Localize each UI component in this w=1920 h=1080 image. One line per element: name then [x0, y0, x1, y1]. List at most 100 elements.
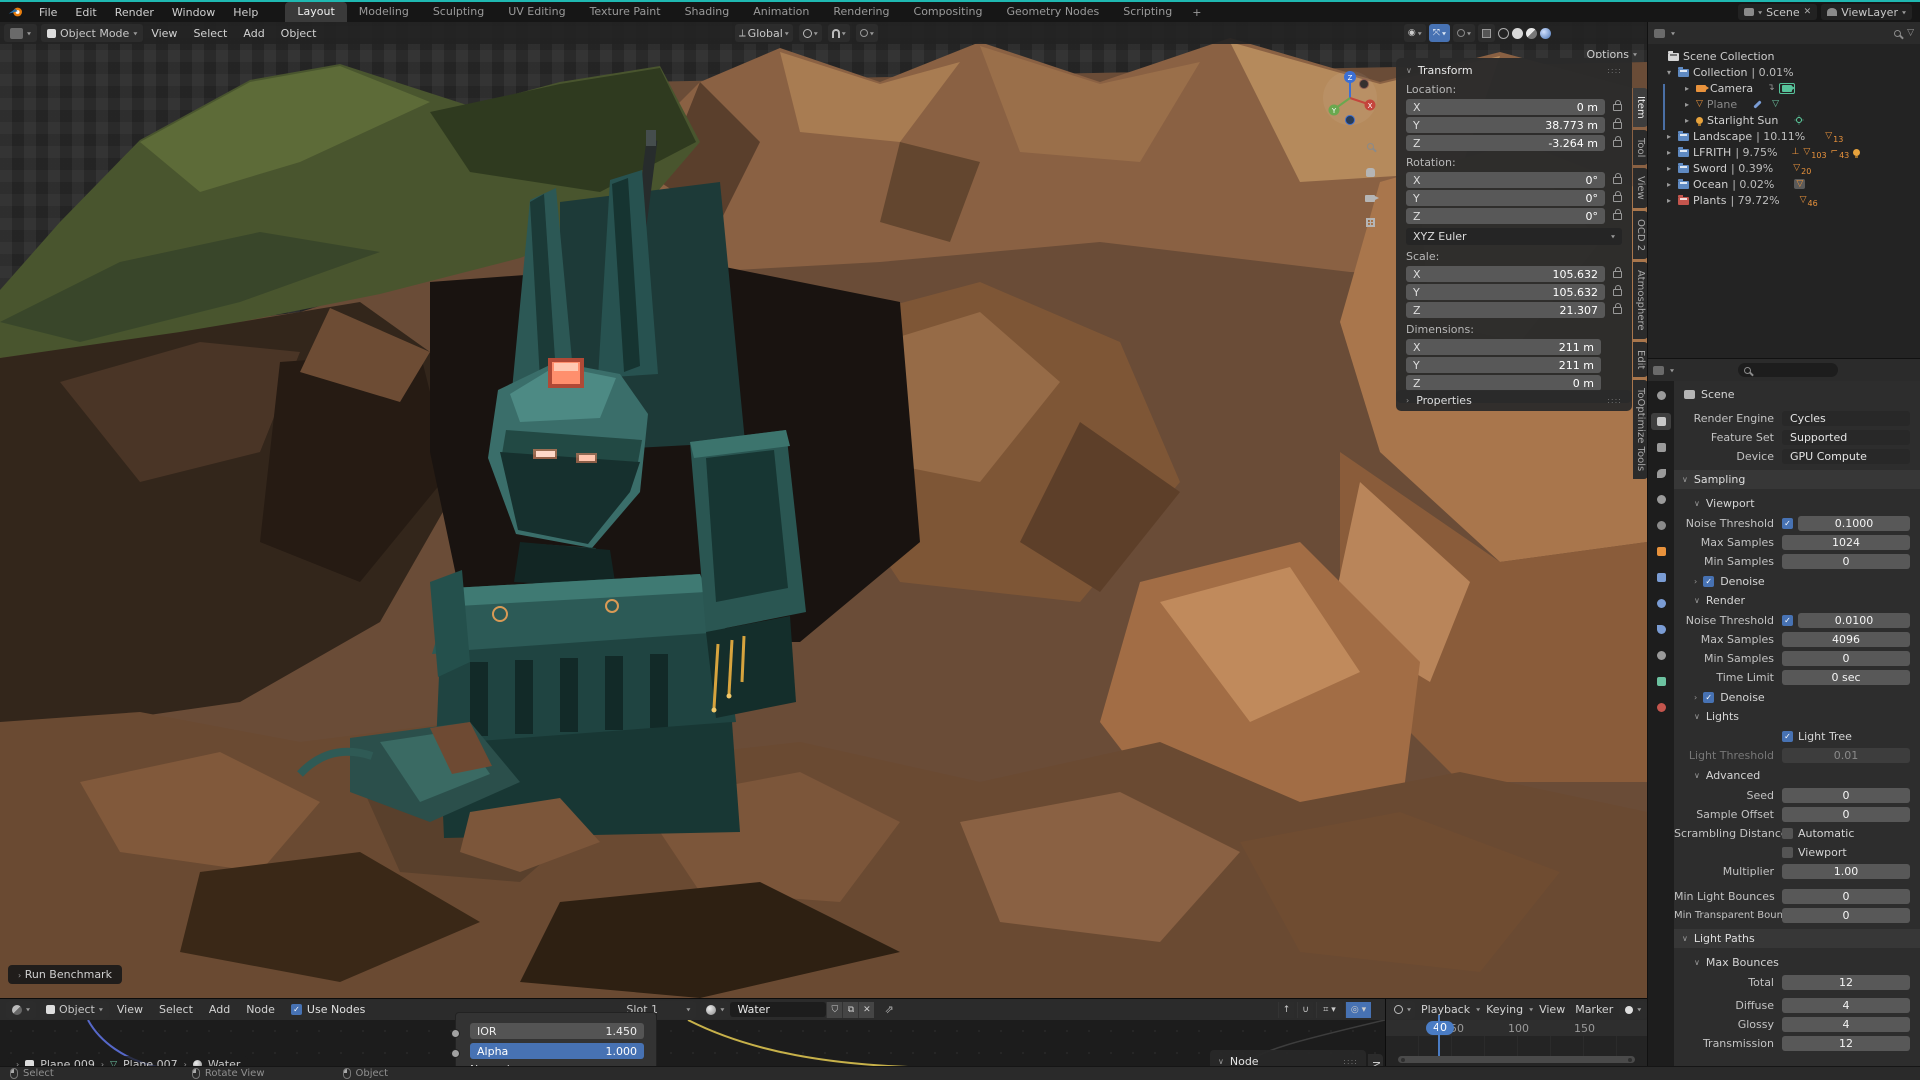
node-sidebar-tab[interactable]: Node — [1368, 1054, 1383, 1066]
light-tree-checkbox[interactable] — [1782, 731, 1793, 742]
active-camera-badge[interactable] — [1779, 83, 1795, 94]
menu-view[interactable]: View — [109, 1003, 151, 1016]
outliner-row-collection[interactable]: ▾ Collection| 0.01% — [1654, 64, 1920, 80]
pan-tool[interactable] — [1362, 164, 1378, 180]
tab-tool[interactable] — [1651, 387, 1671, 404]
diffuse-field[interactable]: 4 — [1782, 998, 1910, 1013]
mesh-icon-selected[interactable]: ▽ — [1794, 179, 1805, 189]
visibility-filter-dropdown[interactable]: ◉▾ — [1404, 24, 1426, 42]
camera-view-toggle[interactable] — [1362, 190, 1378, 206]
dimensions-y-field[interactable]: Y211 m — [1406, 357, 1601, 373]
shading-material-button[interactable] — [1526, 28, 1537, 39]
tab-view-layer[interactable] — [1651, 465, 1671, 482]
material-name-field[interactable]: Water — [730, 1002, 826, 1017]
outliner-row-starlight-sun[interactable]: ▸ Starlight Sun — [1654, 112, 1920, 128]
tab-tool[interactable]: Tool — [1633, 130, 1647, 165]
advanced-subsection-header[interactable]: ∨Advanced — [1674, 766, 1920, 785]
filter-icon[interactable]: ▽ — [1907, 28, 1914, 38]
editor-type-button[interactable]: ▾ — [1390, 1001, 1415, 1019]
min-transparent-bounces-field[interactable]: 0 — [1782, 908, 1910, 923]
close-icon[interactable]: ✕ — [1804, 7, 1812, 17]
path-material[interactable]: Water — [208, 1058, 241, 1066]
material-browse-dropdown[interactable]: ▾ — [700, 1001, 730, 1019]
fake-user-shield-icon[interactable]: ⛉ — [826, 1002, 842, 1018]
path-object[interactable]: Plane.009 — [40, 1058, 95, 1066]
tab-modeling[interactable]: Modeling — [347, 2, 421, 22]
overlay-toggle-dropdown[interactable]: ◎ ▾ — [1345, 1002, 1371, 1018]
unlink-icon[interactable]: ✕ — [858, 1002, 874, 1018]
rotation-z-field[interactable]: Z0° — [1406, 208, 1605, 224]
lock-icon[interactable] — [1613, 104, 1622, 111]
tab-sculpting[interactable]: Sculpting — [421, 2, 496, 22]
min-samples-field[interactable]: 0 — [1782, 651, 1910, 666]
feature-set-dropdown[interactable]: Supported — [1782, 430, 1910, 445]
max-samples-field[interactable]: 1024 — [1782, 535, 1910, 550]
path-mesh[interactable]: Plane.007 — [123, 1058, 178, 1066]
tab-world[interactable] — [1651, 517, 1671, 534]
perspective-toggle[interactable] — [1362, 214, 1378, 230]
outliner-row-scene-collection[interactable]: Scene Collection — [1654, 48, 1920, 64]
tab-scene[interactable] — [1651, 491, 1671, 508]
mode-dropdown[interactable]: Object Mode▾ — [41, 24, 143, 42]
tab-view[interactable]: View — [1633, 168, 1647, 208]
tab-layout[interactable]: Layout — [285, 2, 346, 22]
tab-constraints[interactable] — [1651, 647, 1671, 664]
tab-shading[interactable]: Shading — [673, 2, 742, 22]
sample-offset-field[interactable]: 0 — [1782, 807, 1910, 822]
duplicate-icon[interactable]: ⧉ — [842, 1002, 858, 1018]
blender-logo-icon[interactable] — [8, 6, 24, 18]
snap-magnet-icon[interactable]: ∪ — [1297, 1002, 1313, 1018]
tab-texture-paint[interactable]: Texture Paint — [578, 2, 673, 22]
menu-select[interactable]: Select — [185, 27, 235, 40]
playhead[interactable] — [1438, 1015, 1440, 1057]
navigation-gizmo[interactable]: Z X Y — [1320, 68, 1380, 128]
menu-window[interactable]: Window — [163, 6, 224, 19]
outliner-row-lfrith[interactable]: ▸ LFRITH| 9.75% ⊥ ▽103 ⌐43 — [1654, 144, 1920, 160]
zoom-tool[interactable] — [1362, 138, 1378, 154]
rotation-mode-dropdown[interactable]: XYZ Euler▾ — [1406, 228, 1622, 245]
scene-selector[interactable]: ▾ Scene ✕ — [1738, 4, 1817, 20]
lock-icon[interactable] — [1613, 271, 1622, 278]
total-field[interactable]: 12 — [1782, 975, 1910, 990]
noise-threshold-field[interactable]: 0.1000 — [1798, 516, 1910, 531]
location-x-field[interactable]: X0 m — [1406, 99, 1605, 115]
lock-icon[interactable] — [1613, 122, 1622, 129]
render-subsection-header[interactable]: ∨Render — [1674, 591, 1920, 610]
sampling-section-header[interactable]: ∨Sampling — [1674, 470, 1920, 489]
time-limit-field[interactable]: 0 sec — [1782, 670, 1910, 685]
use-nodes-checkbox[interactable] — [291, 1004, 302, 1015]
denoise-checkbox[interactable] — [1703, 576, 1714, 587]
menu-view[interactable]: View — [1535, 1003, 1569, 1016]
add-workspace-button[interactable]: + — [1184, 6, 1209, 19]
tab-object[interactable] — [1651, 543, 1671, 560]
outliner-row-camera[interactable]: ▸ Camera ↴ — [1654, 80, 1920, 96]
shading-solid-button[interactable] — [1512, 28, 1523, 39]
shading-wireframe-button[interactable] — [1498, 28, 1509, 39]
current-frame-badge[interactable]: 40 — [1426, 1021, 1454, 1035]
light-paths-section-header[interactable]: ∨Light Paths — [1674, 929, 1920, 948]
scale-z-field[interactable]: Z21.307 — [1406, 302, 1605, 318]
min-light-bounces-field[interactable]: 0 — [1782, 889, 1910, 904]
viewport-checkbox[interactable] — [1782, 847, 1793, 858]
node-canvas[interactable]: Color IOR1.450 Alpha1.000 Normal › Plane… — [0, 1020, 1385, 1066]
outliner-editor-icon[interactable] — [1654, 29, 1665, 38]
dimensions-x-field[interactable]: X211 m — [1406, 339, 1601, 355]
properties-editor-icon[interactable] — [1653, 366, 1664, 375]
outliner-row-ocean[interactable]: ▸ Ocean| 0.02% ▽ — [1654, 176, 1920, 192]
proportional-edit-toggle[interactable]: ▾ — [856, 24, 878, 42]
min-samples-field[interactable]: 0 — [1782, 554, 1910, 569]
outliner-row-plants[interactable]: ▸ Plants| 79.72% ▽46 — [1654, 192, 1920, 208]
auto-keyframe-button[interactable]: ▾ — [1619, 1001, 1647, 1019]
tab-object-data[interactable] — [1651, 673, 1671, 690]
menu-playback[interactable]: Playback — [1417, 1003, 1474, 1016]
outliner-row-plane[interactable]: ▸▽ Plane ▽ — [1654, 96, 1920, 112]
tab-modifiers[interactable] — [1651, 569, 1671, 586]
automatic-checkbox[interactable] — [1782, 828, 1793, 839]
principled-node-fragment[interactable]: IOR1.450 Alpha1.000 Normal — [455, 1012, 657, 1066]
tab-particles[interactable] — [1651, 595, 1671, 612]
tab-atmosphere[interactable]: Atmosphere — [1633, 262, 1647, 339]
noise-threshold-checkbox[interactable] — [1782, 518, 1793, 529]
pin-icon[interactable]: ⇗ — [884, 1003, 893, 1016]
parent-node-tree-icon[interactable]: ↑ — [1278, 1002, 1294, 1018]
ior-socket[interactable] — [451, 1029, 460, 1038]
